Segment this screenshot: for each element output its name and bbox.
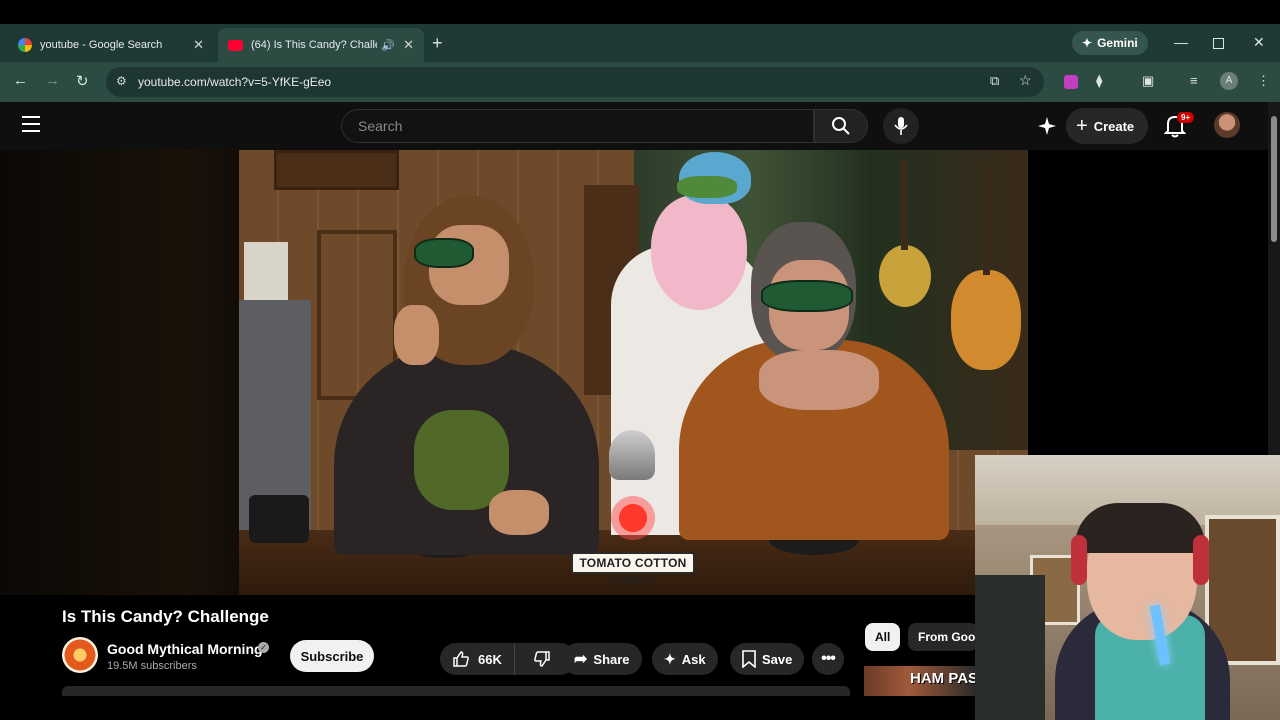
tab-youtube-video[interactable]: (64) Is This Candy? Challenge 🔊 ✕ [218,28,424,62]
search-icon [832,117,850,135]
channel-name[interactable]: Good Mythical Morning [107,641,263,657]
profile-avatar-icon[interactable]: A [1220,72,1238,90]
person-right-hands [759,350,879,410]
video-caption-label: TOMATO COTTON CANDY [571,552,695,588]
more-actions-button[interactable]: ••• [812,643,844,675]
back-icon[interactable]: ← [13,72,28,89]
chip-from-channel[interactable]: From Good [908,623,978,651]
sparkle-icon: ✦ [1082,36,1093,50]
subscribe-button[interactable]: Subscribe [290,640,374,672]
reload-icon[interactable]: ↻ [76,72,89,90]
media-controls-icon[interactable]: ≡ [1190,73,1198,88]
new-tab-button[interactable]: + [432,33,443,54]
tab-audio-icon[interactable]: 🔊 [381,39,395,52]
blindfold-goggles [677,176,737,198]
install-app-icon[interactable]: ⧉ [990,73,999,89]
wall-frame [274,150,399,190]
gemini-button[interactable]: ✦ Gemini [1072,31,1148,55]
bookmark-icon [742,650,756,668]
person-left-hand [489,490,549,535]
side-panel-icon[interactable]: ▣ [1142,73,1154,89]
tab-title: youtube - Google Search [40,39,163,51]
forward-icon[interactable]: → [45,72,60,89]
search-input[interactable] [342,110,813,142]
streamer-hair [1075,503,1205,553]
like-button[interactable]: 66K [440,643,515,675]
extensions-puzzle-icon[interactable]: ⧫ [1096,73,1102,89]
url-text: youtube.com/watch?v=5-YfKE-gEeo [138,75,332,89]
address-bar[interactable]: ⚙ youtube.com/watch?v=5-YfKE-gEeo ⧉ ☆ [106,67,1044,97]
service-bell [609,430,655,480]
headphone-icon [1071,535,1087,585]
close-tab-icon[interactable]: ✕ [193,37,204,53]
youtube-favicon-icon [228,39,243,51]
recommended-video-thumbnail[interactable]: HAM PAS [864,666,976,696]
ai-assistant-icon[interactable] [1037,116,1057,136]
search-button[interactable] [814,109,868,143]
like-dislike-group: 66K [440,643,576,675]
save-button[interactable]: Save [730,643,805,675]
site-info-icon[interactable]: ⚙ [116,74,127,88]
microphone-arm [975,575,1045,720]
dislike-button[interactable] [521,643,563,675]
headphone-icon [1193,535,1209,585]
like-count: 66K [478,651,502,667]
save-label: Save [762,651,793,667]
acoustic-guitar [951,270,1021,370]
gemini-label: Gemini [1097,36,1138,50]
share-button[interactable]: ➦ Share [562,643,642,675]
thumbs-up-icon [453,651,469,667]
youtube-header: + Create [0,102,1268,150]
share-label: Share [593,651,630,667]
close-tab-icon[interactable]: ✕ [403,37,414,53]
notification-count-badge: 9+ [1177,112,1195,123]
video-player[interactable] [239,150,1028,595]
scrollbar-thumb[interactable] [1271,116,1277,242]
browser-toolbar: ← → ↻ ⚙ youtube.com/watch?v=5-YfKE-gEeo … [0,62,1280,102]
share-arrow-icon: ➦ [574,651,588,668]
cotton-candy-beard [651,195,747,310]
tomato-icon [605,490,661,546]
maximize-icon[interactable] [1213,38,1224,49]
plus-icon: + [1076,114,1088,137]
menu-icon[interactable] [22,116,40,137]
description-box[interactable] [62,686,850,696]
webcam-overlay [975,455,1280,720]
create-button[interactable]: + Create [1066,108,1149,144]
video-title: Is This Candy? Challenge [62,607,269,626]
electric-guitar [879,245,931,307]
close-window-icon[interactable]: ✕ [1253,34,1265,51]
search-box[interactable] [341,109,814,143]
ask-button[interactable]: ✦ Ask [652,643,718,675]
verified-check-icon: ✓ [258,642,269,653]
ask-label: Ask [681,651,706,667]
bottom-edge [0,696,975,720]
voice-search-button[interactable] [883,108,919,144]
user-avatar[interactable] [1214,112,1240,138]
tab-google-search[interactable]: youtube - Google Search ✕ [8,28,214,62]
create-label: Create [1093,118,1135,134]
google-favicon-icon [18,38,32,52]
poster [244,242,288,300]
sparkle-icon: ✦ [664,650,676,667]
tab-title: (64) Is This Candy? Challenge [251,39,377,51]
bookmark-star-icon[interactable]: ☆ [1019,72,1032,89]
blindfold-goggles [761,280,853,312]
channel-avatar[interactable] [62,637,98,673]
chip-all[interactable]: All [865,623,901,651]
guitar-neck [901,160,908,250]
minimize-icon[interactable]: — [1174,34,1188,50]
extension-icon[interactable] [1064,75,1078,89]
mug [249,495,309,543]
subscriber-count: 19.5M subscribers [107,660,197,672]
thumbnail-text: HAM PAS [910,670,976,687]
microphone-icon [894,117,908,135]
browser-menu-icon[interactable]: ⋮ [1257,73,1270,89]
person-left-hand [394,305,439,365]
thumbs-down-icon [533,651,550,667]
blindfold-goggles [414,238,474,268]
guitar-neck [983,165,990,275]
